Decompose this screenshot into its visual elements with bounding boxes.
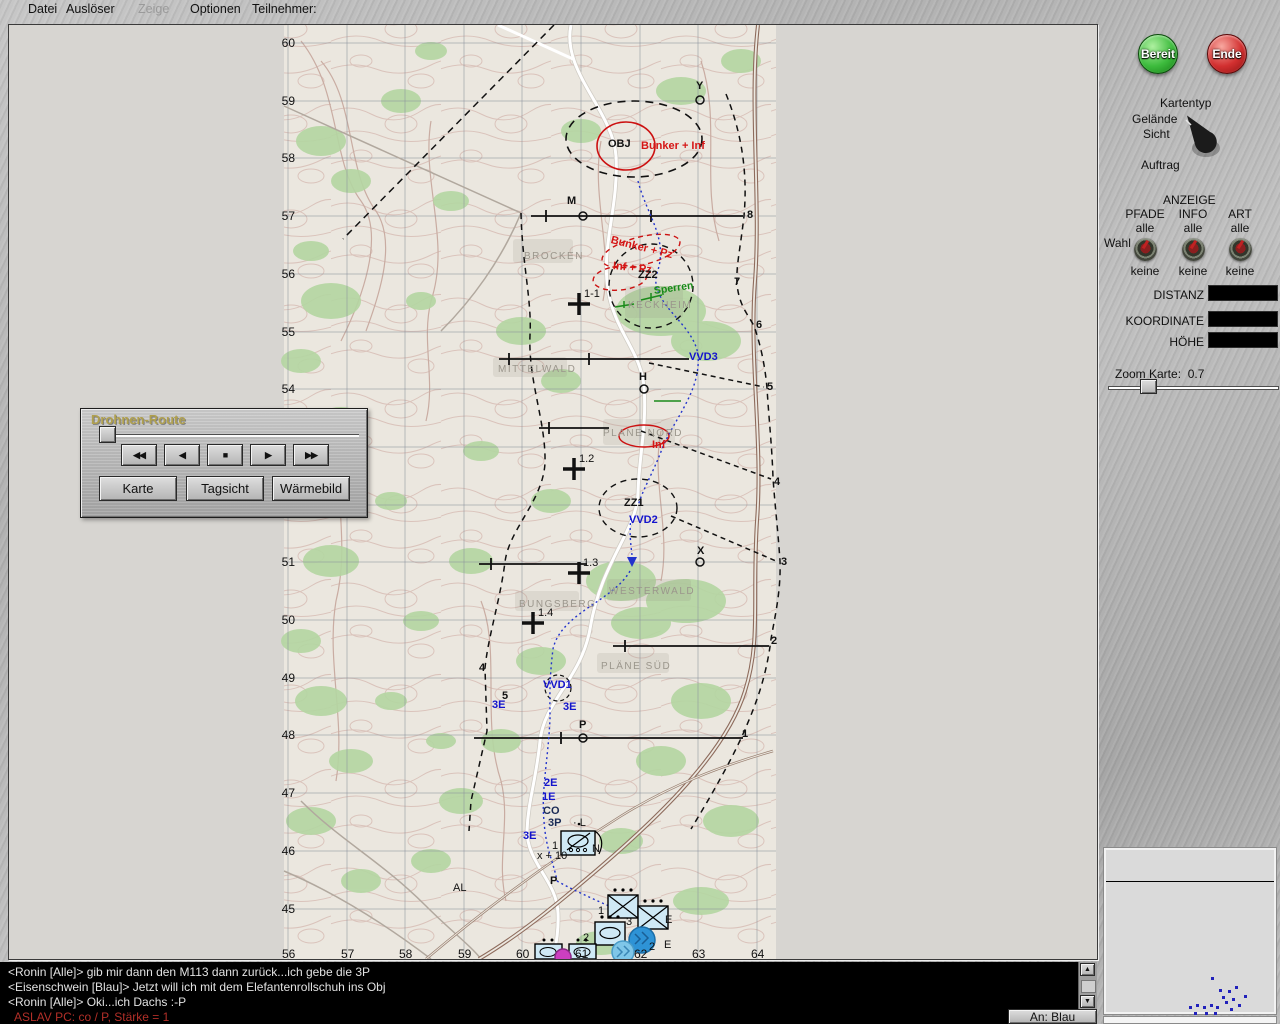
scrollbar-thumb[interactable] bbox=[1081, 980, 1096, 993]
rewind-button[interactable]: ◀◀ bbox=[121, 444, 157, 466]
menu-teilnehmer[interactable]: Teilnehmer: bbox=[252, 2, 317, 16]
dialog-title: Drohnen-Route bbox=[91, 412, 186, 427]
distanz-label: DISTANZ bbox=[1100, 288, 1204, 302]
stop-button[interactable]: ■ bbox=[207, 444, 243, 466]
minimap-unit-dot bbox=[1238, 1004, 1241, 1007]
play-button[interactable]: ▶ bbox=[250, 444, 286, 466]
route-progress-track[interactable] bbox=[101, 434, 359, 437]
chat-line: <Eisenschwein [Blau]> Jetzt will ich mit… bbox=[8, 980, 386, 994]
minimap-unit-dot bbox=[1225, 1001, 1228, 1004]
minimap-unit-dot bbox=[1194, 1012, 1197, 1015]
distanz-readout bbox=[1208, 285, 1278, 301]
info-label: INFO bbox=[1168, 207, 1218, 221]
minimap-unit-dot bbox=[1214, 1012, 1217, 1015]
info-keine: keine bbox=[1168, 264, 1218, 278]
minimap-unit-dot bbox=[1211, 977, 1214, 980]
chat-line: <Ronin [Alle]> gib mir dann den M113 dan… bbox=[8, 965, 370, 979]
unit-status-text: ASLAV PC: co / P, Stärke = 1 bbox=[14, 1010, 169, 1024]
info-alle: alle bbox=[1168, 221, 1218, 235]
minimap-unit-dot bbox=[1205, 1012, 1208, 1015]
kartentyp-option-sicht[interactable]: Sicht bbox=[1143, 127, 1170, 141]
pfade-label: PFADE bbox=[1120, 207, 1170, 221]
art-switch-group: ART alle keine bbox=[1215, 207, 1265, 278]
info-knob[interactable] bbox=[1182, 238, 1205, 261]
kartentyp-switch-knob[interactable] bbox=[1176, 108, 1232, 164]
minimap-boundary-line bbox=[1106, 881, 1274, 882]
minimap-unit-dot bbox=[1244, 995, 1247, 998]
hoehe-readout bbox=[1208, 332, 1278, 348]
minimap-unit-dot bbox=[1235, 986, 1238, 989]
status-bar: ASLAV PC: co / P, Stärke = 1 bbox=[0, 1009, 1008, 1024]
scroll-down-icon[interactable]: ▼ bbox=[1080, 995, 1095, 1008]
minimap-unit-dot bbox=[1228, 990, 1231, 993]
step-back-button[interactable]: ◀ bbox=[164, 444, 200, 466]
auftrag-label[interactable]: Auftrag bbox=[1141, 158, 1180, 172]
hoehe-label: HÖHE bbox=[1100, 335, 1204, 349]
minimap-unit-dot bbox=[1189, 1006, 1192, 1009]
zoom-karte-label: Zoom Karte: 0.7 bbox=[1115, 367, 1204, 381]
minimap-unit-dot bbox=[1222, 996, 1225, 999]
art-knob[interactable] bbox=[1229, 238, 1252, 261]
menu-optionen[interactable]: Optionen bbox=[190, 2, 241, 16]
minimap-unit-dot bbox=[1219, 989, 1222, 992]
menu-ausloeser[interactable]: Auslöser bbox=[66, 2, 115, 16]
minimap-unit-dot bbox=[1210, 1004, 1213, 1007]
bereit-button[interactable]: Bereit bbox=[1138, 34, 1178, 74]
art-alle: alle bbox=[1215, 221, 1265, 235]
route-progress-thumb[interactable] bbox=[99, 426, 116, 443]
chat-log: <Ronin [Alle]> gib mir dann den M113 dan… bbox=[0, 962, 1078, 1009]
scroll-up-icon[interactable]: ▲ bbox=[1080, 963, 1095, 976]
kartentyp-option-gelaende[interactable]: Gelände bbox=[1132, 112, 1177, 126]
overview-minimap[interactable] bbox=[1103, 847, 1277, 1015]
minimap-unit-dot bbox=[1203, 1006, 1206, 1009]
ende-button[interactable]: Ende bbox=[1207, 34, 1247, 74]
koordinate-readout bbox=[1208, 311, 1278, 327]
drone-route-dialog[interactable]: Drohnen-Route ◀◀ ◀ ■ ▶ ▶▶ Karte Tagsicht… bbox=[80, 408, 368, 518]
pfade-switch-group: PFADE alle keine bbox=[1120, 207, 1170, 278]
map-zoom-thumb[interactable] bbox=[1140, 379, 1157, 394]
fast-forward-button[interactable]: ▶▶ bbox=[293, 444, 329, 466]
minimap-unit-dot bbox=[1196, 1004, 1199, 1007]
koordinate-label: KOORDINATE bbox=[1100, 314, 1204, 328]
anzeige-header: ANZEIGE bbox=[1163, 193, 1216, 207]
map-zoom-slider[interactable] bbox=[1108, 386, 1279, 390]
minimap-unit-dot bbox=[1230, 1008, 1233, 1011]
minimap-unit-dot bbox=[1216, 1006, 1219, 1009]
menu-datei[interactable]: Datei bbox=[28, 2, 57, 16]
tagsicht-button[interactable]: Tagsicht bbox=[186, 476, 264, 501]
art-keine: keine bbox=[1215, 264, 1265, 278]
pfade-alle: alle bbox=[1120, 221, 1170, 235]
chat-scrollbar[interactable]: ▲ ▼ bbox=[1078, 962, 1097, 1009]
minimap-footer-strip bbox=[1103, 1016, 1277, 1024]
karte-button[interactable]: Karte bbox=[99, 476, 177, 501]
zoom-karte-value: 0.7 bbox=[1188, 367, 1205, 381]
info-switch-group: INFO alle keine bbox=[1168, 207, 1218, 278]
pfade-knob[interactable] bbox=[1134, 238, 1157, 261]
chat-line: <Ronin [Alle]> Oki...ich Dachs :-P bbox=[8, 995, 186, 1009]
menu-zeige: Zeige bbox=[138, 2, 169, 16]
art-label: ART bbox=[1215, 207, 1265, 221]
minimap-unit-dot bbox=[1232, 998, 1235, 1001]
pfade-keine: keine bbox=[1120, 264, 1170, 278]
chat-recipient-button[interactable]: An: Blau bbox=[1008, 1009, 1097, 1024]
waermebild-button[interactable]: Wärmebild bbox=[272, 476, 350, 501]
menu-bar: Datei Auslöser Zeige Optionen Teilnehmer… bbox=[0, 0, 1280, 19]
